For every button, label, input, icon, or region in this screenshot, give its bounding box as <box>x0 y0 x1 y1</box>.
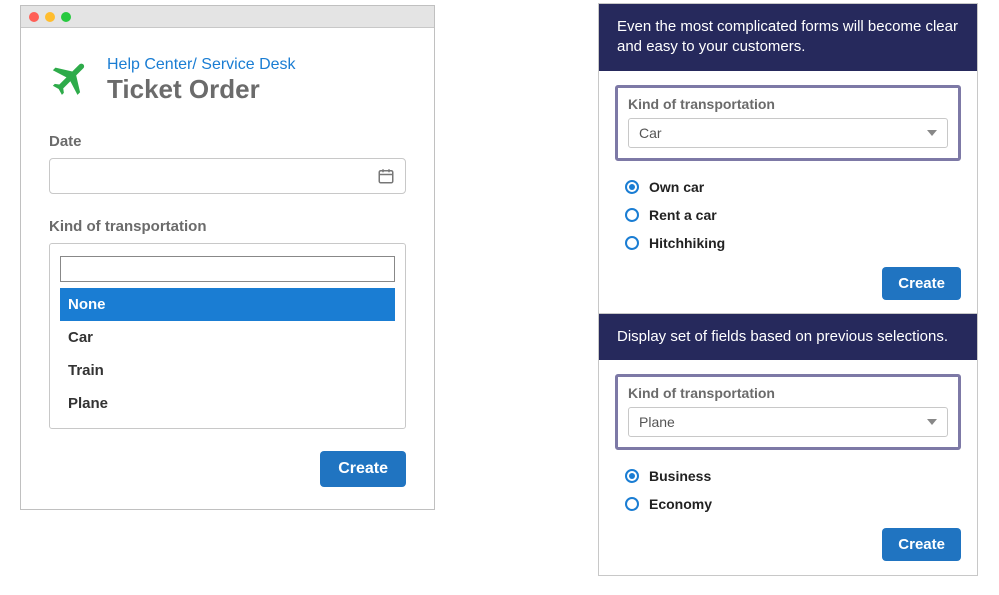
transport-dropdown-open: None Car Train Plane <box>49 243 406 429</box>
radio-business[interactable]: Business <box>625 462 961 490</box>
create-button[interactable]: Create <box>320 451 406 487</box>
radio-hitchhiking[interactable]: Hitchhiking <box>625 229 961 257</box>
close-icon[interactable] <box>29 12 39 22</box>
card-headline: Display set of fields based on previous … <box>599 314 977 360</box>
transport-label: Kind of transportation <box>49 218 406 235</box>
transport-label: Kind of transportation <box>628 96 948 112</box>
app-window: Help Center/ Service Desk Ticket Order D… <box>20 5 435 510</box>
create-button[interactable]: Create <box>882 528 961 561</box>
dropdown-option-plane[interactable]: Plane <box>60 387 395 420</box>
breadcrumb[interactable]: Help Center/ Service Desk <box>107 56 296 74</box>
date-input[interactable] <box>49 158 406 194</box>
calendar-icon[interactable] <box>377 167 395 185</box>
radio-rent-car[interactable]: Rent a car <box>625 201 961 229</box>
radio-label: Business <box>649 468 711 484</box>
radio-economy[interactable]: Economy <box>625 490 961 518</box>
minimize-icon[interactable] <box>45 12 55 22</box>
radio-own-car[interactable]: Own car <box>625 173 961 201</box>
maximize-icon[interactable] <box>61 12 71 22</box>
select-value: Plane <box>639 414 675 430</box>
radio-label: Economy <box>649 496 712 512</box>
transport-label: Kind of transportation <box>628 385 948 401</box>
card-headline: Even the most complicated forms will bec… <box>599 4 977 71</box>
date-label: Date <box>49 133 406 150</box>
chevron-down-icon <box>927 419 937 425</box>
radio-label: Rent a car <box>649 207 717 223</box>
highlighted-field: Kind of transportation Car <box>615 85 961 161</box>
dropdown-option-none[interactable]: None <box>60 288 395 321</box>
select-value: Car <box>639 125 662 141</box>
window-titlebar <box>21 6 434 28</box>
chevron-down-icon <box>927 130 937 136</box>
dropdown-option-train[interactable]: Train <box>60 354 395 387</box>
transport-select[interactable]: Plane <box>628 407 948 437</box>
radio-label: Own car <box>649 179 704 195</box>
page-title: Ticket Order <box>107 74 296 105</box>
radio-icon <box>625 208 639 222</box>
radio-icon <box>625 469 639 483</box>
dropdown-option-car[interactable]: Car <box>60 321 395 354</box>
example-card-car: Even the most complicated forms will bec… <box>598 3 978 315</box>
transport-select[interactable]: Car <box>628 118 948 148</box>
radio-icon <box>625 236 639 250</box>
dropdown-search-input[interactable] <box>60 256 395 282</box>
create-button[interactable]: Create <box>882 267 961 300</box>
highlighted-field: Kind of transportation Plane <box>615 374 961 450</box>
radio-icon <box>625 180 639 194</box>
example-card-plane: Display set of fields based on previous … <box>598 313 978 576</box>
radio-label: Hitchhiking <box>649 235 725 251</box>
radio-icon <box>625 497 639 511</box>
plane-icon <box>49 56 93 100</box>
